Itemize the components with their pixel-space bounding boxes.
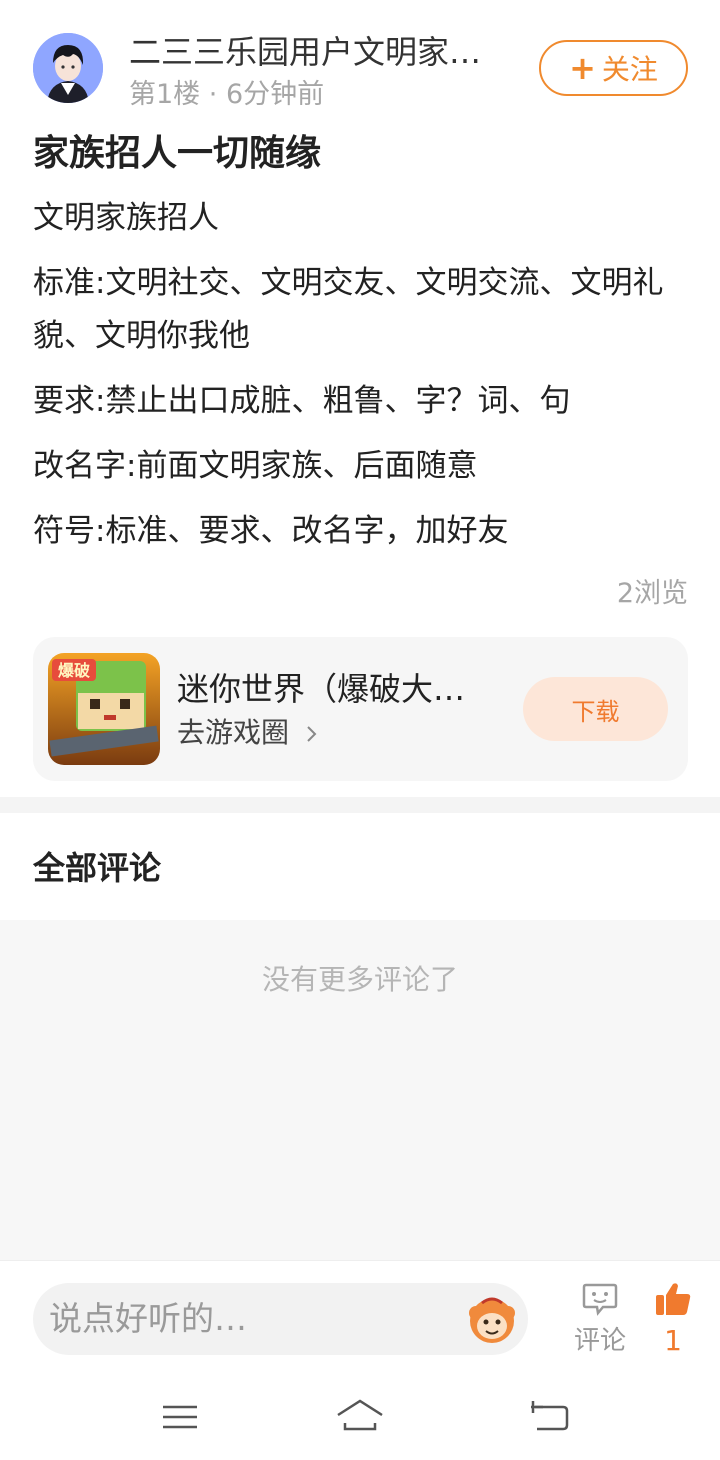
post-body: 文明家族招人 标准:文明社交、文明交友、文明交流、文明礼貌、文明你我他 要求:禁… [33,192,693,570]
back-icon[interactable] [525,1397,575,1437]
system-nav-bar [0,1375,720,1460]
meta-separator: · [208,79,218,110]
no-more-comments: 没有更多评论了 [261,963,458,996]
like-count: 1 [664,1324,682,1357]
comment-button[interactable]: 评论 [565,1281,635,1361]
user-avatar[interactable] [33,33,103,103]
section-divider [0,797,720,813]
game-icon[interactable]: 爆破 [48,653,160,765]
home-icon[interactable] [335,1397,385,1437]
post-paragraph: 文明家族招人 [33,200,219,236]
game-card[interactable]: 爆破 迷你世界（爆破大… 去游戏圈 下载 [33,637,688,781]
comment-input-placeholder: 说点好听的… [49,1299,247,1338]
menu-icon[interactable] [155,1397,205,1437]
post-paragraph: 标准:文明社交、文明交友、文明交流、文明礼貌、文明你我他 [33,265,664,354]
emoji-icon[interactable] [464,1291,520,1347]
comment-bubble-icon [581,1283,619,1321]
bottom-action-bar: 说点好听的… 评论 1 [0,1260,720,1375]
post-title: 家族招人一切随缘 [33,133,322,174]
post-paragraph: 改名字:前面文明家族、后面随意 [33,448,478,484]
follow-label: 关注 [601,53,658,86]
plus-icon: + [569,49,596,87]
view-count: 2浏览 [616,578,688,609]
chevron-right-icon [298,716,320,749]
post-paragraph: 要求:禁止出口成脏、粗鲁、字？词、句 [33,383,571,419]
thumbs-up-icon [654,1283,692,1321]
post-meta: 第1楼 · 6分钟前 [129,76,324,114]
download-button[interactable]: 下载 [523,677,668,741]
game-icon-logo-text: 爆破 [58,661,90,680]
follow-button[interactable]: + 关注 [539,40,688,96]
post-header: 二三三乐园用户文明家… 第1楼 · 6分钟前 + 关注 [0,0,720,120]
floor-number: 第1楼 [129,79,201,110]
comments-header: 全部评论 [33,849,162,887]
comment-input[interactable]: 说点好听的… [33,1283,528,1355]
game-circle-link-label: 去游戏圈 [177,716,290,749]
username[interactable]: 二三三乐园用户文明家… [129,30,519,74]
post-paragraph: 符号:标准、要求、改名字，加好友 [33,513,509,549]
comment-button-label: 评论 [573,1326,626,1356]
game-circle-link[interactable]: 去游戏圈 [177,713,320,753]
like-button[interactable]: 1 [643,1281,703,1361]
post-time: 6分钟前 [225,79,325,110]
game-name[interactable]: 迷你世界（爆破大… [177,667,497,711]
